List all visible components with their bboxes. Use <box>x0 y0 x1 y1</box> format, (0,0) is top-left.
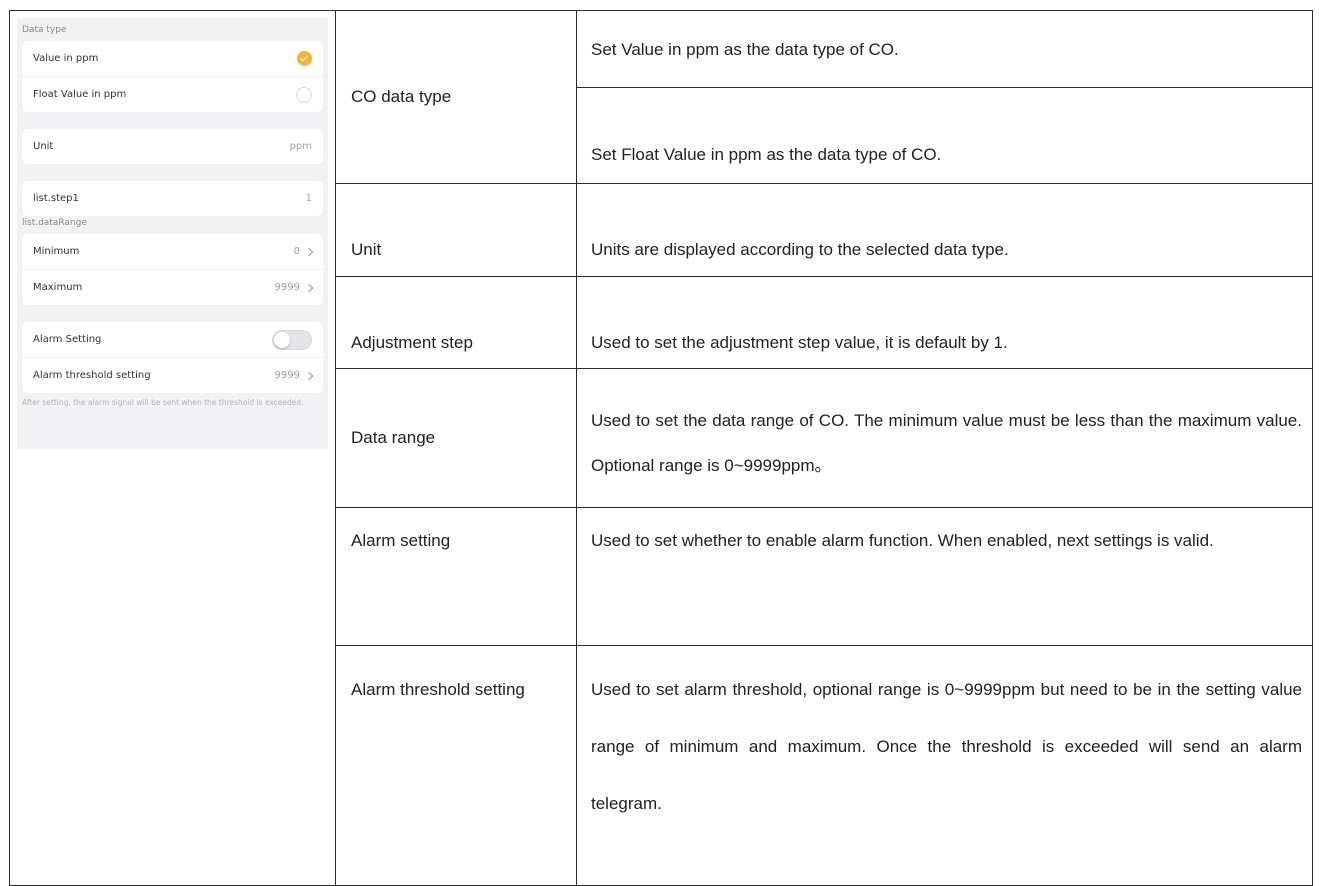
param-unit: Unit <box>335 183 577 277</box>
minimum-value: 0 <box>293 246 300 257</box>
option-label: Float Value in ppm <box>33 89 127 100</box>
chevron-right-icon <box>304 283 314 292</box>
minimum-row[interactable]: Minimum 0 <box>22 234 323 270</box>
checked-radio-icon[interactable] <box>297 51 312 66</box>
step-label: list.step1 <box>33 193 79 204</box>
settings-screenshot: Data type Value in ppm Float Value in pp… <box>17 18 328 449</box>
option-value-in-ppm[interactable]: Value in ppm <box>22 41 323 77</box>
unchecked-radio-icon[interactable] <box>296 86 312 103</box>
chevron-right-icon <box>304 247 314 256</box>
desc-row: Used to set the adjustment step value, i… <box>576 276 1313 369</box>
alarm-threshold-label: Alarm threshold setting <box>33 370 151 381</box>
minimum-label: Minimum <box>33 246 80 257</box>
alarm-toggle[interactable] <box>272 329 312 350</box>
desc-row: Used to set the data range of CO. The mi… <box>576 368 1313 508</box>
step-value: 1 <box>305 193 312 204</box>
data-range-card: Minimum 0 Maximum 9999 <box>22 234 323 305</box>
unit-label: Unit <box>33 141 54 152</box>
param-data-range: Data range <box>335 368 577 508</box>
chevron-right-icon <box>304 371 314 380</box>
desc-row: Set Float Value in ppm as the data type … <box>576 87 1313 184</box>
desc-row: Used to set alarm threshold, optional ra… <box>576 645 1313 886</box>
parameter-table: Data type Value in ppm Float Value in pp… <box>9 10 1313 886</box>
unit-card: Unit ppm <box>22 129 323 164</box>
alarm-threshold-value: 9999 <box>274 370 300 381</box>
param-alarm-threshold-setting: Alarm threshold setting <box>335 645 577 886</box>
param-alarm-setting: Alarm setting <box>335 507 577 646</box>
data-type-card: Value in ppm Float Value in ppm <box>22 41 323 112</box>
unit-value: ppm <box>289 141 312 152</box>
alarm-hint-text: After setting, the alarm signal will be … <box>22 398 304 407</box>
data-range-header: list.dataRange <box>22 218 87 228</box>
alarm-setting-label: Alarm Setting <box>33 334 102 345</box>
param-co-data-type: CO data type <box>335 10 577 184</box>
maximum-row[interactable]: Maximum 9999 <box>22 270 323 305</box>
maximum-value: 9999 <box>274 282 300 293</box>
settings-screenshot-cell: Data type Value in ppm Float Value in pp… <box>9 10 336 886</box>
desc-row: Units are displayed according to the sel… <box>576 183 1313 277</box>
param-adjustment-step: Adjustment step <box>335 276 577 369</box>
option-label: Value in ppm <box>33 53 99 64</box>
step-row[interactable]: list.step1 1 <box>22 181 323 216</box>
maximum-label: Maximum <box>33 282 83 293</box>
unit-row: Unit ppm <box>22 129 323 164</box>
alarm-setting-row: Alarm Setting <box>22 322 323 358</box>
step-card: list.step1 1 <box>22 181 323 216</box>
option-float-value-in-ppm[interactable]: Float Value in ppm <box>22 77 323 112</box>
alarm-card: Alarm Setting Alarm threshold setting 99… <box>22 322 323 393</box>
desc-row: Set Value in ppm as the data type of CO. <box>576 10 1313 88</box>
data-type-header: Data type <box>22 25 67 35</box>
alarm-threshold-row[interactable]: Alarm threshold setting 9999 <box>22 358 323 393</box>
desc-row: Used to set whether to enable alarm func… <box>576 507 1313 646</box>
